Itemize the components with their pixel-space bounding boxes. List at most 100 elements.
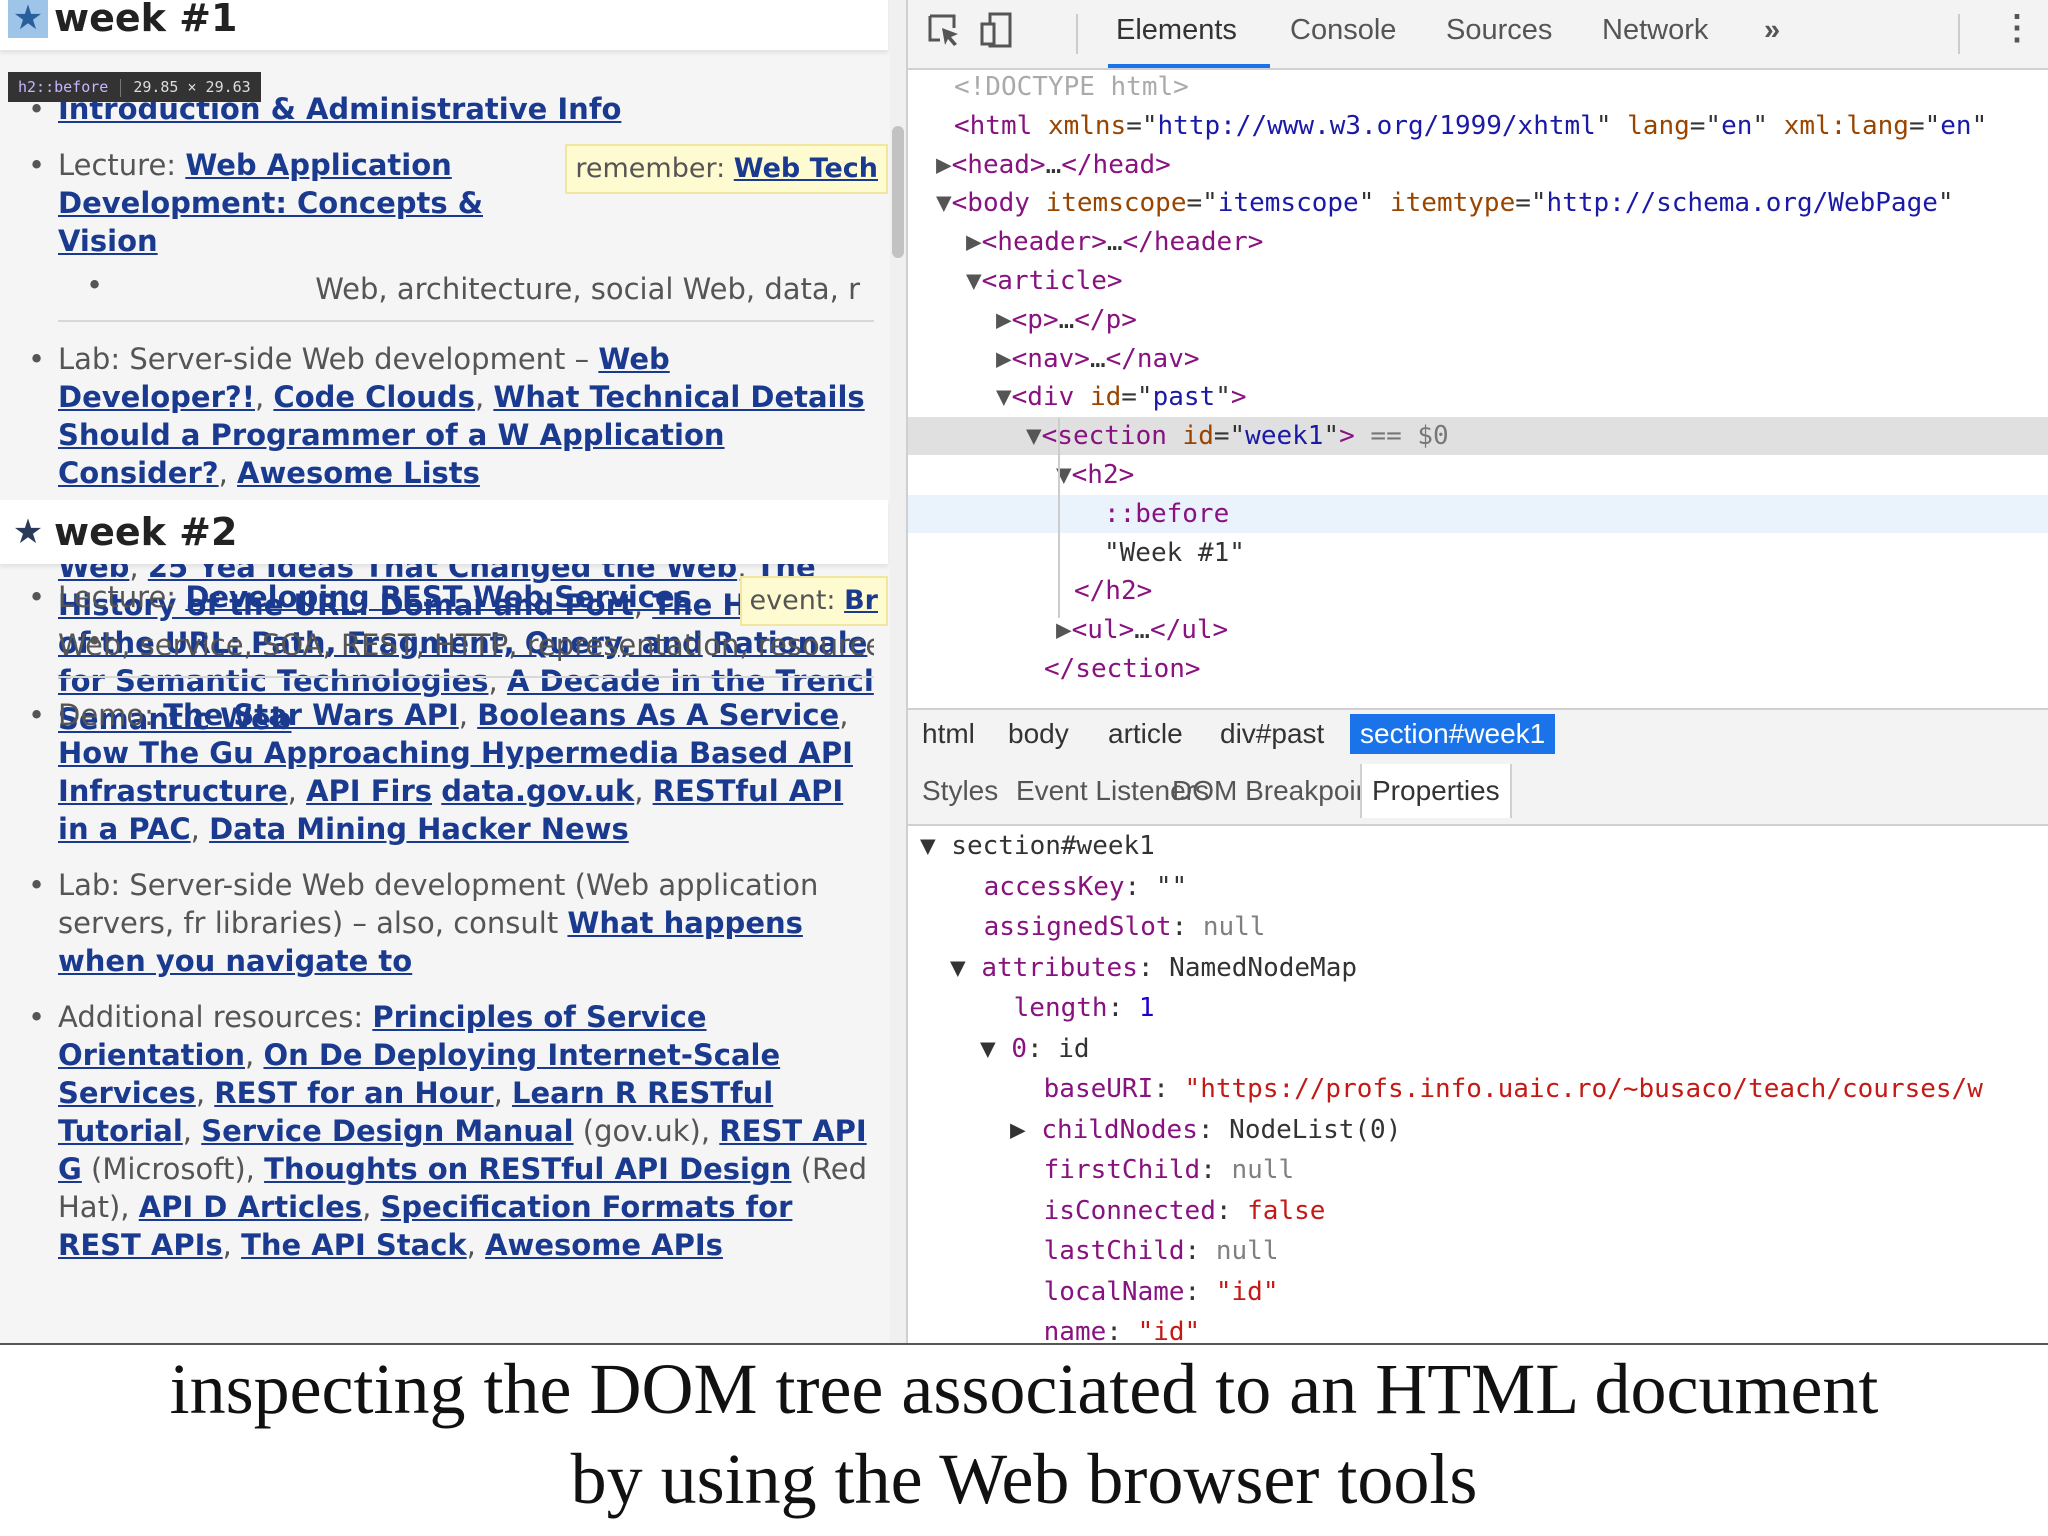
- item-text: ,: [182, 1114, 202, 1148]
- item-text: ,: [362, 1190, 381, 1224]
- breadcrumb-item[interactable]: html: [912, 714, 985, 754]
- item-text: Lecture:: [58, 580, 186, 614]
- tooltip-selector: h2::before: [18, 78, 109, 96]
- expand-arrow-right-icon[interactable]: ▶: [936, 150, 952, 180]
- dom-node-line[interactable]: "Week #1": [908, 534, 2048, 572]
- properties-pane[interactable]: ▼ section#week1 accessKey: "" assignedSl…: [908, 826, 2048, 1343]
- dom-node-line[interactable]: </h2>: [908, 572, 2048, 610]
- week1-heading: ★ week #1: [0, 0, 888, 50]
- dom-node-line[interactable]: ▶<nav>…</nav>: [908, 340, 2048, 378]
- item-text: [432, 774, 441, 808]
- resource-link[interactable]: Awesome APIs: [485, 1228, 723, 1262]
- resource-link[interactable]: Data Mining Hacker News: [209, 812, 629, 846]
- resource-link[interactable]: The Star Wars API: [163, 698, 459, 732]
- list-item: Demo: The Star Wars API, Booleans As A S…: [0, 696, 888, 848]
- kebab-menu-icon[interactable]: ⋮: [2000, 8, 2034, 48]
- dom-node-line[interactable]: ▼<h2>: [908, 456, 2048, 494]
- resource-link[interactable]: Thoughts on RESTful API Design: [264, 1152, 791, 1186]
- dom-node-line[interactable]: ▼<body itemscope="itemscope" itemtype="h…: [908, 184, 2048, 222]
- devtools-toolbar: Elements Console Sources Network » ⋮: [908, 0, 2048, 70]
- property-line[interactable]: lastChild: null: [908, 1231, 1279, 1271]
- list-item: Lecture: Developing REST Web Services eve…: [0, 576, 888, 626]
- week2-heading: ★ week #2: [0, 500, 888, 564]
- tooltip-size: 29.85 × 29.63: [133, 78, 251, 96]
- expand-arrow-right-icon[interactable]: ▶: [1010, 1115, 1026, 1145]
- devtools-panel: Elements Console Sources Network » ⋮ <!D…: [906, 0, 2048, 1343]
- inspect-element-icon[interactable]: [920, 10, 968, 58]
- resource-link[interactable]: REST for an Hour: [214, 1076, 493, 1110]
- expand-arrow-right-icon[interactable]: ▶: [996, 344, 1012, 374]
- resource-link[interactable]: The API Stack: [241, 1228, 467, 1262]
- resource-link[interactable]: API Firs: [306, 774, 432, 808]
- property-line[interactable]: firstChild: null: [908, 1150, 1294, 1190]
- annotation-link[interactable]: Web Tech: [734, 153, 878, 184]
- resource-link[interactable]: Booleans As A Service: [477, 698, 839, 732]
- property-line[interactable]: assignedSlot: null: [908, 907, 1266, 947]
- property-line[interactable]: ▼ attributes: NamedNodeMap: [908, 948, 1357, 988]
- resource-link[interactable]: API D Articles: [139, 1190, 362, 1224]
- breadcrumb-item[interactable]: section#week1: [1350, 714, 1556, 754]
- dom-node-line[interactable]: </section>: [908, 650, 2048, 688]
- page-scrollbar-thumb[interactable]: [892, 126, 904, 258]
- property-line[interactable]: isConnected: false: [908, 1191, 1326, 1231]
- dom-node-line[interactable]: ::before: [908, 494, 2048, 533]
- property-line[interactable]: ▼ section#week1: [908, 826, 1155, 866]
- expand-arrow-down-icon[interactable]: ▼: [920, 831, 936, 861]
- dom-tree[interactable]: <!DOCTYPE html> <html xmlns="http://www.w…: [908, 68, 2048, 708]
- item-text: ,: [634, 774, 653, 808]
- property-line[interactable]: ▶ childNodes: NodeList(0): [908, 1110, 1401, 1150]
- breadcrumb-item[interactable]: div#past: [1210, 714, 1334, 754]
- expand-arrow-down-icon[interactable]: ▼: [966, 266, 982, 296]
- tab-sources[interactable]: Sources: [1446, 14, 1552, 54]
- caption-line-1: inspecting the DOM tree associated to an…: [169, 1349, 1879, 1429]
- dom-node-line[interactable]: ▶<ul>…</ul>: [908, 611, 2048, 649]
- device-toolbar-icon[interactable]: [972, 10, 1020, 58]
- property-line[interactable]: ▼ 0: id: [908, 1029, 1090, 1069]
- resource-link[interactable]: Developing REST Web Services: [185, 580, 692, 614]
- subtab-styles[interactable]: Styles: [912, 764, 1008, 818]
- resource-link[interactable]: Code Clouds: [273, 380, 475, 414]
- dom-node-line[interactable]: ▼<div id="past">: [908, 378, 2048, 416]
- item-text: ,: [222, 1228, 242, 1262]
- property-line[interactable]: accessKey: "": [908, 867, 1188, 907]
- dom-node-line[interactable]: ▶<header>…</header>: [908, 223, 2048, 261]
- annotation-link[interactable]: Br: [844, 585, 878, 616]
- item-text: ,: [190, 812, 210, 846]
- property-line[interactable]: baseURI: "https://profs.info.uaic.ro/~bu…: [908, 1069, 1983, 1109]
- star-icon: ★: [8, 0, 48, 38]
- breadcrumb: html body article div#past section#week1: [908, 708, 2048, 760]
- expand-arrow-right-icon[interactable]: ▶: [1056, 615, 1072, 645]
- annotation-note: remember: Web Tech: [565, 144, 888, 194]
- expand-arrow-down-icon[interactable]: ▼: [950, 953, 966, 983]
- dom-node-line[interactable]: <!DOCTYPE html>: [908, 68, 2048, 106]
- property-line[interactable]: localName: "id": [908, 1272, 1279, 1312]
- property-line[interactable]: name: "id": [908, 1312, 1201, 1343]
- subtab-properties[interactable]: Properties: [1360, 764, 1512, 818]
- more-tabs-icon[interactable]: »: [1764, 14, 1780, 54]
- webpage-viewport: ★ week #1 h2::before29.85 × 29.63 Introd…: [0, 0, 906, 1343]
- expand-arrow-down-icon[interactable]: ▼: [996, 382, 1012, 412]
- dom-node-line[interactable]: ▶<p>…</p>: [908, 301, 2048, 339]
- list-item: Lab: Server-side Web development (Web ap…: [0, 866, 888, 980]
- item-text: Lab: Server-side Web development –: [58, 342, 599, 376]
- dom-node-line[interactable]: <html xmlns="http://www.w3.org/1999/xhtm…: [908, 107, 2048, 145]
- expand-arrow-right-icon[interactable]: ▶: [966, 227, 982, 257]
- property-line[interactable]: length: 1: [908, 988, 1155, 1028]
- tab-console[interactable]: Console: [1290, 14, 1396, 54]
- resource-link[interactable]: Awesome Lists: [237, 456, 480, 490]
- breadcrumb-item[interactable]: article: [1098, 714, 1193, 754]
- item-text: (Microsoft),: [81, 1152, 265, 1186]
- expand-arrow-right-icon[interactable]: ▶: [996, 305, 1012, 335]
- dom-node-line[interactable]: ▼<section id="week1"> == $0: [908, 417, 2048, 456]
- dom-node-line[interactable]: ▶<head>…</head>: [908, 146, 2048, 184]
- expand-arrow-down-icon[interactable]: ▼: [980, 1034, 996, 1064]
- dom-node-line[interactable]: ▼<article>: [908, 262, 2048, 300]
- expand-arrow-down-icon[interactable]: ▼: [936, 188, 952, 218]
- resource-link[interactable]: Service Design Manual: [201, 1114, 573, 1148]
- tab-network[interactable]: Network: [1602, 14, 1708, 54]
- resource-link[interactable]: data.gov.uk: [441, 774, 634, 808]
- breadcrumb-item[interactable]: body: [998, 714, 1079, 754]
- element-inspector-tooltip: h2::before 29.85 × 29.63: [8, 72, 261, 102]
- expand-arrow-down-icon[interactable]: ▼: [1026, 421, 1042, 451]
- tab-elements[interactable]: Elements: [1116, 14, 1237, 54]
